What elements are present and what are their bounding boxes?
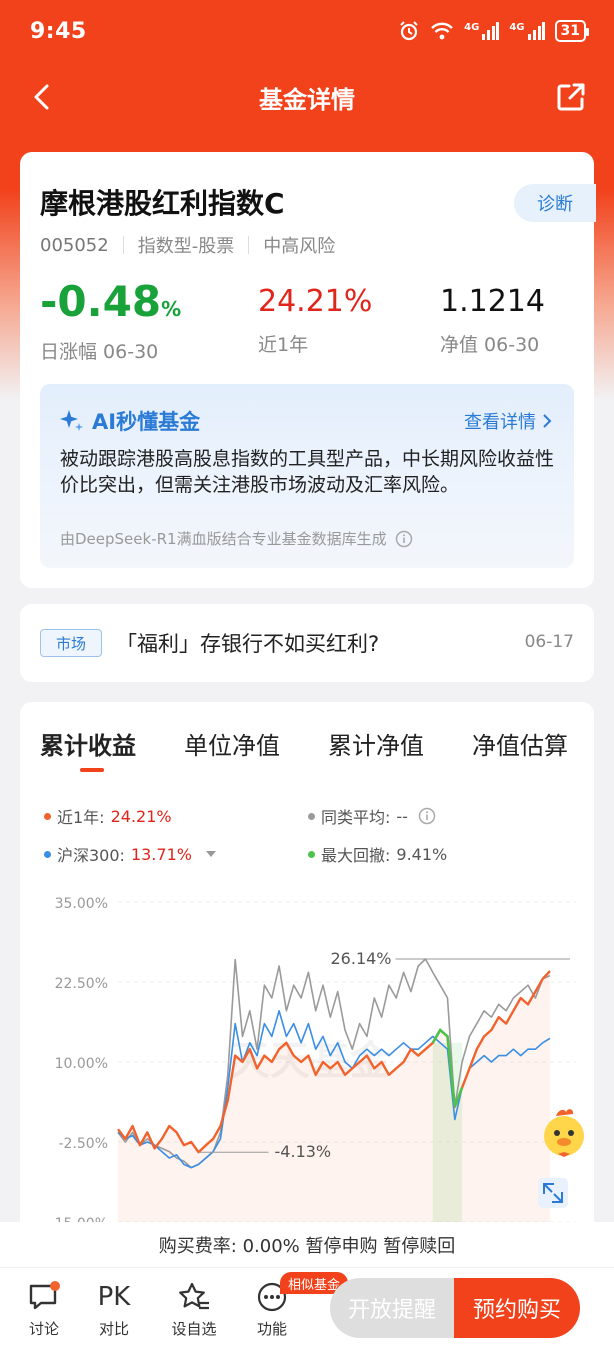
discussion-button[interactable]: 讨论 (14, 1280, 74, 1339)
return-line-chart[interactable]: 35.00%22.50%10.00%-2.50%-15.00%天天基金26.14… (20, 884, 594, 1224)
status-bar: 9:45 4G 4G 31 (0, 0, 614, 62)
fund-code: 005052 (40, 234, 109, 256)
fund-summary-card: 摩根港股红利指数C 诊断 005052 指数型-股票 中高风险 -0.48% 日… (20, 152, 596, 588)
divider (122, 236, 124, 254)
performance-chart-card: 累计收益 单位净值 累计净值 净值估算 近1年: 24.21% 同类平均: -- 沪… (20, 702, 594, 1262)
signal-bars-icon (527, 22, 545, 40)
open-reminder-button[interactable]: 开放提醒 (330, 1278, 454, 1338)
legend-dot (44, 812, 51, 820)
news-title[interactable]: 「福利」存银行不如买红利? (116, 628, 379, 658)
add-watchlist-button[interactable]: 设自选 (164, 1280, 224, 1339)
page-title: 基金详情 (259, 85, 355, 114)
fee-info: 购买费率: 0.00% 暂停申购 暂停赎回 (0, 1222, 614, 1268)
signal-bars-icon (482, 22, 500, 40)
signal-1: 4G (464, 22, 500, 40)
y-tick-label: 35.00% (55, 896, 108, 912)
status-time: 9:45 (30, 18, 87, 44)
nav-value: 1.1214 (440, 284, 545, 319)
tab-nav-estimate[interactable]: 净值估算 (472, 726, 568, 761)
daily-change-label: 日涨幅 06-30 (40, 341, 159, 363)
year-return-value: 24.21% (258, 284, 373, 319)
diagnose-button[interactable]: 诊断 (514, 184, 596, 222)
bottom-action-bar: 讨论 PK 对比 设自选 功能 相似基金 开放提醒 预约购买 (0, 1268, 614, 1350)
year-return-label: 近1年 (258, 334, 309, 356)
caret-down-icon (205, 851, 216, 857)
back-arrow-icon[interactable] (26, 80, 60, 114)
pk-icon: PK (97, 1282, 131, 1312)
nav-bar: 基金详情 (0, 62, 614, 132)
reserve-buy-button[interactable]: 预约购买 (454, 1278, 580, 1338)
legend-fund: 近1年: 24.21% (44, 804, 172, 828)
legend-dot (44, 850, 51, 858)
legend-drawdown: 最大回撤: 9.41% (308, 842, 447, 866)
fund-name: 摩根港股红利指数C (40, 187, 285, 220)
max-annotation: 26.14% (331, 949, 392, 968)
tab-unit-nav[interactable]: 单位净值 (184, 726, 280, 761)
fund-area (118, 971, 550, 1222)
chart-tabs: 累计收益 单位净值 累计净值 净值估算 (20, 726, 594, 766)
min-annotation: -4.13% (275, 1142, 332, 1161)
sparkle-icon (60, 410, 83, 431)
share-icon[interactable] (554, 80, 588, 114)
nav-label: 净值 06-30 (440, 334, 540, 356)
year-return-stat[interactable]: 24.21% 近1年 (258, 278, 372, 357)
active-tab-indicator (80, 768, 104, 772)
signal-2: 4G (509, 22, 545, 40)
ai-more-link[interactable]: 查看详情 (464, 408, 552, 434)
legend-dot (308, 812, 315, 820)
status-icons: 4G 4G 31 (398, 20, 590, 42)
compare-button[interactable]: PK 对比 (84, 1280, 144, 1339)
y-tick-label: 10.00% (55, 1056, 108, 1072)
y-tick-label: 22.50% (55, 976, 108, 992)
ai-summary-text: 被动跟踪港股高股息指数的工具型产品，中长期风险收益性价比突出，但需关注港股市场波… (60, 448, 555, 496)
alarm-icon (400, 21, 418, 41)
divider (248, 236, 250, 254)
legend-peer: 同类平均: -- (308, 804, 436, 828)
ai-footer: 由DeepSeek-R1满血版结合专业基金数据库生成 (60, 528, 413, 549)
legend-index[interactable]: 沪深300: 13.71% (44, 842, 218, 866)
mascot-icon[interactable] (532, 1100, 596, 1164)
news-date: 06-17 (524, 632, 574, 652)
market-tag: 市场 (40, 629, 102, 657)
y-tick-label: -2.50% (58, 1136, 108, 1152)
star-icon (179, 1282, 209, 1310)
daily-change-value: -0.48% (40, 277, 182, 326)
daily-change-stat: -0.48% 日涨幅 06-30 (40, 278, 181, 364)
ai-summary-box[interactable]: AI秒懂基金 查看详情 被动跟踪港股高股息指数的工具型产品，中长期风险收益性价比… (40, 384, 574, 568)
legend-dot (308, 850, 315, 858)
fund-meta: 005052 指数型-股票 中高风险 (40, 232, 335, 258)
nav-stat: 1.1214 净值 06-30 (440, 278, 545, 357)
expand-chart-icon[interactable] (538, 1178, 568, 1208)
fund-risk: 中高风险 (263, 236, 336, 257)
info-icon[interactable] (395, 530, 413, 548)
wifi-icon (431, 22, 454, 40)
tab-cumulative-nav[interactable]: 累计净值 (328, 726, 424, 761)
chat-bubble-icon (29, 1281, 60, 1310)
ai-title: AI秒懂基金 (58, 406, 200, 436)
fund-type[interactable]: 指数型-股票 (138, 232, 235, 258)
tab-cumulative-return[interactable]: 累计收益 (40, 726, 136, 761)
info-icon[interactable] (418, 807, 436, 825)
battery-indicator: 31 (554, 20, 590, 42)
news-card[interactable]: 市场 「福利」存银行不如买红利? 06-17 (20, 604, 594, 682)
chevron-right-icon (543, 414, 552, 428)
